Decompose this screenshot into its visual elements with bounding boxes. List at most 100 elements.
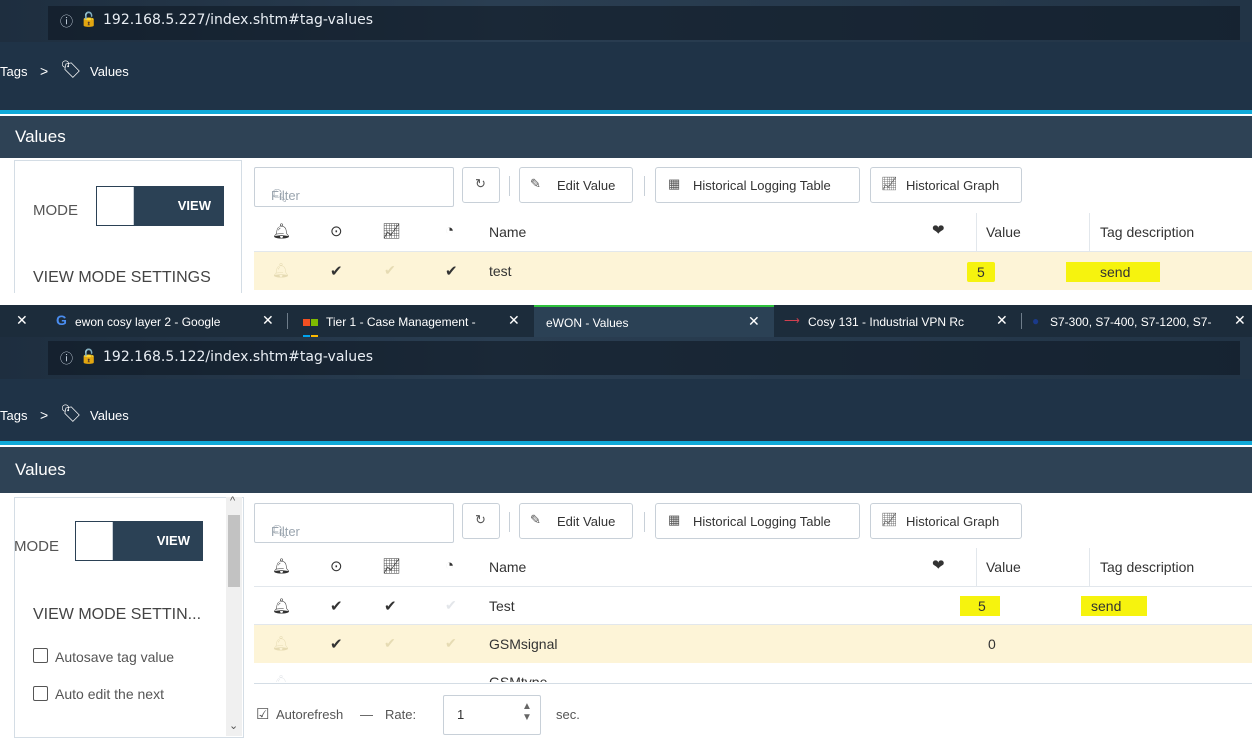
view-mode-settings[interactable]: VIEW MODE SETTINGS bbox=[33, 269, 211, 287]
toolbar-divider bbox=[509, 176, 510, 196]
alarm-bell-icon: 🔔︎ bbox=[272, 558, 292, 575]
filter-input[interactable]: 🔍︎ Filter bbox=[254, 503, 454, 543]
clock-icon: ⊙ bbox=[330, 223, 343, 240]
section-header: Values bbox=[0, 116, 1252, 158]
breadcrumb-tags[interactable]: Tags bbox=[0, 408, 27, 423]
gauge-icon: ◔ bbox=[445, 557, 455, 574]
column-name[interactable]: Name bbox=[489, 559, 526, 575]
chart-icon: 📈︎ bbox=[881, 512, 898, 527]
footer-rule bbox=[254, 683, 1252, 684]
row-value[interactable]: 0 bbox=[988, 636, 996, 652]
toggle-knob bbox=[97, 187, 134, 225]
edit-value-button[interactable]: ✎ Edit Value bbox=[519, 503, 633, 539]
historical-logging-table-button[interactable]: ▦ Historical Logging Table bbox=[655, 167, 860, 203]
scroll-down-icon[interactable]: ⌄ bbox=[229, 719, 238, 732]
close-tab-icon[interactable]: ✕ bbox=[262, 312, 274, 329]
row-value[interactable]: 5 bbox=[960, 596, 1000, 616]
breadcrumb-tags[interactable]: Tags bbox=[0, 64, 27, 79]
row-name: GSMtype bbox=[489, 674, 548, 682]
breadcrumb-separator: > bbox=[40, 63, 49, 79]
toggle-view-label: VIEW bbox=[134, 187, 223, 225]
close-tab-icon[interactable]: ✕ bbox=[748, 313, 760, 330]
bell-faint-icon: 🔔︎ bbox=[272, 635, 290, 651]
browser-tab-strip: ✕ G ewon cosy layer 2 - Google ✕ Tier 1 … bbox=[0, 305, 1252, 342]
breadcrumb: Tags > 🏷 Values bbox=[0, 379, 1252, 441]
tab-google[interactable]: G ewon cosy layer 2 - Google ✕ bbox=[40, 305, 286, 337]
toggle-knob bbox=[76, 522, 113, 560]
scroll-up-icon[interactable]: ^ bbox=[230, 495, 235, 507]
rate-input[interactable]: 1 ▲ ▼ bbox=[443, 695, 541, 735]
historical-graph-button[interactable]: 📈︎ Historical Graph bbox=[870, 503, 1022, 539]
column-tag-description[interactable]: Tag description bbox=[1100, 224, 1194, 240]
table-row[interactable] bbox=[254, 625, 1252, 663]
close-tab-icon[interactable]: ✕ bbox=[996, 312, 1008, 329]
filter-input[interactable]: 🔍︎ Filter bbox=[254, 167, 454, 207]
chart-icon: 📈︎ bbox=[881, 176, 898, 191]
column-name[interactable]: Name bbox=[489, 224, 526, 240]
row-name: GSMsignal bbox=[489, 636, 558, 652]
check-icon: ✔ bbox=[330, 598, 343, 615]
tab-case-management[interactable]: Tier 1 - Case Management - ✕ bbox=[288, 305, 534, 342]
table-row[interactable]: 🔔︎ GSMtype bbox=[254, 664, 1252, 682]
pencil-icon: ✎ bbox=[530, 176, 541, 191]
bell-icon: 🔔︎ bbox=[272, 598, 292, 615]
historical-graph-button[interactable]: 📈︎ Historical Graph bbox=[870, 167, 1022, 203]
auto-edit-label: Auto edit the next bbox=[55, 686, 164, 702]
gauge-icon: ◔ bbox=[445, 222, 455, 239]
spinner-icon[interactable]: ▲ ▼ bbox=[522, 701, 532, 723]
column-tag-description[interactable]: Tag description bbox=[1100, 559, 1194, 575]
auto-edit-checkbox[interactable] bbox=[33, 686, 48, 701]
view-mode-settings[interactable]: VIEW MODE SETTIN... bbox=[33, 606, 201, 624]
mode-toggle[interactable]: VIEW bbox=[75, 521, 203, 561]
breadcrumb: Tags > 🏷 Values bbox=[0, 42, 1252, 110]
row-description[interactable]: send bbox=[1081, 596, 1148, 616]
autosave-label: Autosave tag value bbox=[55, 649, 175, 665]
url-text[interactable]: 192.168.5.122/index.shtm#tag-values bbox=[103, 349, 373, 365]
close-tab-icon[interactable]: ✕ bbox=[508, 312, 520, 329]
row-value[interactable]: 5 bbox=[967, 262, 995, 282]
info-icon[interactable]: ⓘ bbox=[60, 348, 73, 367]
toolbar-divider bbox=[644, 176, 645, 196]
table-icon: ▦ bbox=[668, 176, 681, 191]
trend-icon: 📈︎ bbox=[382, 558, 402, 575]
sidebar-scrollbar[interactable]: ^ ⌄ bbox=[226, 495, 242, 736]
clock-icon: ⊙ bbox=[330, 558, 343, 575]
column-divider bbox=[1089, 213, 1090, 251]
tab-siemens[interactable]: ● S7-300, S7-400, S7-1200, S7- ✕ bbox=[1022, 305, 1252, 337]
refresh-icon: ↻ bbox=[475, 512, 486, 527]
column-value[interactable]: Value bbox=[986, 224, 1021, 240]
column-value[interactable]: Value bbox=[986, 559, 1021, 575]
refresh-icon: ↻ bbox=[475, 176, 486, 191]
url-text[interactable]: 192.168.5.227/index.shtm#tag-values bbox=[103, 12, 373, 28]
autosave-checkbox[interactable] bbox=[33, 648, 48, 663]
tab-cosy[interactable]: ⟶ Cosy 131 - Industrial VPN Rc ✕ bbox=[774, 305, 1020, 337]
heartbeat-icon: ❤ bbox=[932, 557, 945, 574]
row-description[interactable]: send bbox=[1066, 262, 1161, 282]
refresh-button[interactable]: ↻ bbox=[462, 167, 500, 203]
toolbar-divider bbox=[644, 512, 645, 532]
edit-value-button[interactable]: ✎ Edit Value bbox=[519, 167, 633, 203]
accent-line bbox=[0, 441, 1252, 445]
toolbar-divider bbox=[509, 512, 510, 532]
historical-logging-table-button[interactable]: ▦ Historical Logging Table bbox=[655, 503, 860, 539]
mode-label: MODE bbox=[33, 202, 78, 219]
breadcrumb-values: Values bbox=[90, 408, 129, 423]
row-name: test bbox=[489, 263, 512, 279]
scroll-thumb[interactable] bbox=[228, 515, 240, 587]
check-faint-icon: ✔ bbox=[445, 597, 457, 613]
autorefresh-checkbox[interactable]: ☑ bbox=[256, 705, 269, 723]
ewon-icon: ⟶ bbox=[784, 315, 800, 327]
breadcrumb-values: Values bbox=[90, 64, 129, 79]
section-header: Values bbox=[0, 447, 1252, 493]
tag-icon: 🏷 bbox=[60, 60, 82, 79]
mode-toggle[interactable]: VIEW bbox=[96, 186, 224, 226]
check-faint-icon: ✔ bbox=[384, 635, 396, 651]
column-divider bbox=[976, 213, 977, 251]
close-tab-icon[interactable]: ✕ bbox=[1234, 312, 1246, 329]
close-tab-icon[interactable]: ✕ bbox=[16, 312, 28, 329]
tab-ewon-values[interactable]: eWON - Values ✕ bbox=[534, 305, 774, 337]
heartbeat-icon: ❤ bbox=[932, 222, 945, 239]
refresh-button[interactable]: ↻ bbox=[462, 503, 500, 539]
column-divider bbox=[976, 548, 977, 586]
info-icon[interactable]: ⓘ bbox=[60, 11, 73, 30]
